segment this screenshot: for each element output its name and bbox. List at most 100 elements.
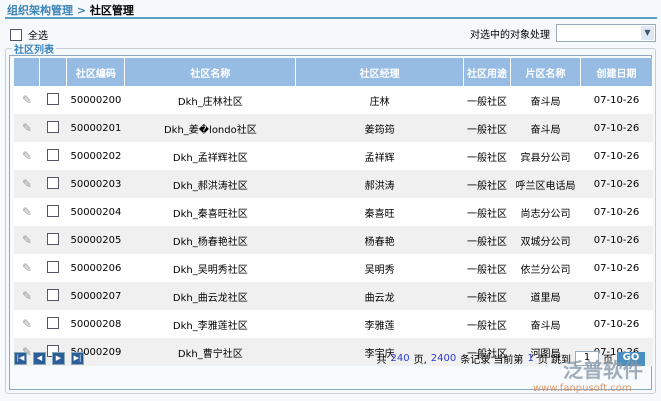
edit-cell: ✎: [14, 254, 40, 282]
pencil-edit-icon[interactable]: ✎: [22, 93, 32, 107]
pencil-edit-icon[interactable]: ✎: [22, 289, 32, 303]
edit-cell: ✎: [14, 86, 40, 114]
prev-page-icon[interactable]: ◀: [33, 352, 46, 365]
pencil-edit-icon[interactable]: ✎: [22, 233, 32, 247]
next-page-icon[interactable]: ▶: [52, 352, 65, 365]
cell-name: Dkh_曲云龙社区: [124, 282, 296, 310]
last-page-icon[interactable]: ▶|: [71, 352, 84, 365]
cell-name: Dkh_庄林社区: [124, 86, 296, 114]
cell-manager: 李雅莲: [295, 310, 464, 338]
cell-code: 50000206: [66, 254, 125, 282]
row-checkbox[interactable]: [47, 148, 60, 161]
cell-date: 07-10-26: [580, 114, 653, 142]
check-cell: [39, 254, 67, 282]
check-cell: [39, 142, 67, 170]
table-row: ✎ 50000205 Dkh_杨春艳社区 杨春艳 一般社区 双城分公司 07-10-26: [14, 226, 653, 254]
cell-usage: 一般社区: [463, 114, 511, 142]
cell-manager: 庄林: [295, 86, 464, 114]
cell-manager: 姜筠筠: [295, 114, 464, 142]
breadcrumb-parent[interactable]: 组织架构管理: [7, 4, 73, 17]
cell-date: 07-10-26: [580, 142, 653, 170]
cell-usage: 一般社区: [463, 310, 511, 338]
cell-code: 50000204: [66, 198, 125, 226]
header-date[interactable]: 创建日期: [580, 58, 653, 86]
cell-usage: 一般社区: [463, 142, 511, 170]
header-name[interactable]: 社区名称: [124, 58, 297, 86]
pager-buttons: |◀ ◀ ▶ ▶|: [14, 352, 84, 365]
chevron-down-icon[interactable]: ▼: [641, 26, 654, 40]
cell-code: 50000201: [66, 114, 125, 142]
row-checkbox[interactable]: [47, 260, 60, 273]
row-checkbox[interactable]: [47, 92, 60, 105]
pager-text: 条记录 当前第: [460, 355, 524, 366]
cell-district: 双城分公司: [510, 226, 581, 254]
cell-district: 奋斗局: [510, 114, 581, 142]
check-cell: [39, 114, 67, 142]
cell-code: 50000207: [66, 282, 125, 310]
table-row: ✎ 50000200 Dkh_庄林社区 庄林 一般社区 奋斗局 07-10-26: [14, 86, 653, 114]
cell-manager: 郝洪涛: [295, 170, 464, 198]
check-cell: [39, 310, 67, 338]
cell-code: 50000200: [66, 86, 125, 114]
row-checkbox[interactable]: [47, 316, 60, 329]
cell-date: 07-10-26: [580, 226, 653, 254]
row-checkbox[interactable]: [47, 204, 60, 217]
cell-name: Dkh_杨春艳社区: [124, 226, 296, 254]
cell-district: 道里局: [510, 282, 581, 310]
header-usage[interactable]: 社区用途: [463, 58, 512, 86]
cell-name: Dkh_秦喜旺社区: [124, 198, 296, 226]
table-row: ✎ 50000208 Dkh_李雅莲社区 李雅莲 一般社区 奋斗局 07-10-26: [14, 310, 653, 338]
row-checkbox[interactable]: [47, 120, 60, 133]
cell-name: Dkh_李雅莲社区: [124, 310, 296, 338]
pencil-edit-icon[interactable]: ✎: [22, 317, 32, 331]
bulk-action-select[interactable]: ▼: [556, 24, 656, 42]
pencil-edit-icon[interactable]: ✎: [22, 177, 32, 191]
first-page-icon[interactable]: |◀: [14, 352, 27, 365]
check-cell: [39, 198, 67, 226]
select-all-checkbox[interactable]: [10, 28, 22, 41]
bulk-action-label: 对选中的对象处理: [470, 29, 550, 41]
cell-manager: 吴明秀: [295, 254, 464, 282]
cell-usage: 一般社区: [463, 254, 511, 282]
header-code[interactable]: 社区编码: [66, 58, 126, 86]
pencil-edit-icon[interactable]: ✎: [22, 205, 32, 219]
table-header: 社区编码 社区名称 社区经理 社区用途 片区名称 创建日期: [14, 58, 653, 86]
header-check: [39, 58, 68, 86]
pager-text: 页,: [413, 355, 427, 366]
cell-date: 07-10-26: [580, 254, 653, 282]
cell-date: 07-10-26: [580, 86, 653, 114]
select-all[interactable]: 全选: [10, 27, 48, 42]
pencil-edit-icon[interactable]: ✎: [22, 261, 32, 275]
cell-district: 依兰分公司: [510, 254, 581, 282]
divider: [5, 17, 657, 19]
edit-cell: ✎: [14, 282, 40, 310]
row-checkbox[interactable]: [47, 232, 60, 245]
cell-code: 50000205: [66, 226, 125, 254]
community-table: 社区编码 社区名称 社区经理 社区用途 片区名称 创建日期 ✎ 50000200 Dkh_庄林…: [14, 58, 653, 366]
cell-district: 尚志分公司: [510, 198, 581, 226]
row-checkbox[interactable]: [47, 176, 60, 189]
table-row: ✎ 50000202 Dkh_孟祥辉社区 孟祥辉 一般社区 宾县分公司 07-10-26: [14, 142, 653, 170]
cell-name: Dkh_吴明秀社区: [124, 254, 296, 282]
pencil-edit-icon[interactable]: ✎: [22, 121, 32, 135]
cell-name: Dkh_郝洪涛社区: [124, 170, 296, 198]
edit-cell: ✎: [14, 142, 40, 170]
cell-date: 07-10-26: [580, 198, 653, 226]
row-checkbox[interactable]: [47, 288, 60, 301]
cell-date: 07-10-26: [580, 282, 653, 310]
header-manager[interactable]: 社区经理: [295, 58, 465, 86]
pencil-edit-icon[interactable]: ✎: [22, 149, 32, 163]
cell-code: 50000202: [66, 142, 125, 170]
cell-name: Dkh_姜�londo社区: [124, 114, 296, 142]
total-pages: 240: [390, 353, 410, 364]
cell-district: 呼兰区电话局: [510, 170, 581, 198]
cell-name: Dkh_曹宁社区: [124, 338, 296, 366]
header-district[interactable]: 片区名称: [510, 58, 581, 86]
table-row: ✎ 50000201 Dkh_姜�londo社区 姜筠筠 一般社区 奋斗局 07-10-26: [14, 114, 653, 142]
cell-usage: 一般社区: [463, 170, 511, 198]
header-edit: [14, 58, 41, 86]
edit-cell: ✎: [14, 310, 40, 338]
watermark-url: www.fanpusoft.com: [533, 383, 632, 394]
cell-manager: 曲云龙: [295, 282, 464, 310]
check-cell: [39, 170, 67, 198]
